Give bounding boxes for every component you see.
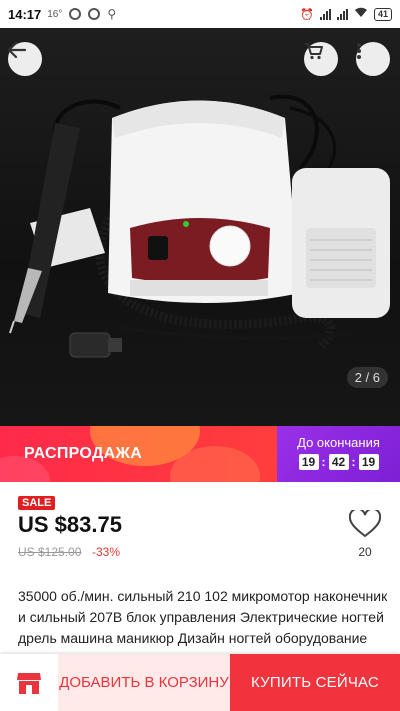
signal-icon-2 bbox=[336, 8, 348, 20]
countdown-seconds: 19 bbox=[358, 454, 379, 470]
bottom-action-bar: ДОБАВИТЬ В КОРЗИНУ КУПИТЬ СЕЙЧАС bbox=[0, 654, 400, 711]
heart-icon bbox=[348, 507, 382, 538]
search-status-icon: ⚲ bbox=[107, 7, 117, 21]
wishlist-button[interactable]: 20 bbox=[348, 507, 382, 559]
countdown-label: До окончания bbox=[297, 435, 380, 450]
product-description: 35000 об./мин. сильный 210 102 микромото… bbox=[18, 588, 388, 646]
alarm-icon: ⏰ bbox=[300, 8, 314, 21]
add-to-cart-button[interactable]: ДОБАВИТЬ В КОРЗИНУ bbox=[58, 654, 230, 711]
battery-icon: 41 bbox=[373, 7, 392, 21]
status-time: 14:17 bbox=[8, 6, 42, 22]
current-price: US $83.75 bbox=[18, 512, 122, 537]
product-image-gallery[interactable]: 2 / 6 bbox=[0, 28, 400, 426]
chrome-icon-2 bbox=[88, 8, 101, 20]
price-block: SALE US $83.75 US $125.00 -33% 20 bbox=[0, 482, 400, 572]
chrome-icon bbox=[69, 8, 82, 20]
sale-banner-left: РАСПРОДАЖА bbox=[0, 426, 277, 482]
cart-icon bbox=[305, 43, 323, 60]
wishlist-count: 20 bbox=[358, 545, 372, 559]
wifi-icon bbox=[354, 7, 368, 21]
discount-percent: -33% bbox=[92, 545, 121, 559]
cart-button[interactable] bbox=[304, 42, 338, 76]
status-bar: 14:17 16° ⚲ ⏰ 41 bbox=[0, 0, 400, 28]
signal-icon bbox=[319, 8, 331, 20]
more-options-button[interactable] bbox=[356, 42, 390, 76]
product-photo bbox=[9, 94, 390, 358]
status-temperature: 16° bbox=[47, 8, 63, 20]
store-icon bbox=[17, 672, 41, 694]
status-right: ⏰ 41 bbox=[300, 7, 392, 21]
sale-badge: SALE bbox=[18, 496, 56, 510]
old-price: US $125.00 bbox=[18, 545, 82, 559]
countdown-hours: 19 bbox=[298, 454, 319, 470]
image-page-indicator: 2 / 6 bbox=[346, 367, 388, 388]
sale-banner[interactable]: РАСПРОДАЖА До окончания 19 : 42 : 19 bbox=[0, 426, 400, 482]
countdown-block: До окончания 19 : 42 : 19 bbox=[277, 426, 400, 482]
more-vertical-icon bbox=[357, 43, 361, 59]
back-arrow-icon bbox=[8, 42, 26, 58]
back-button[interactable] bbox=[8, 42, 42, 76]
sale-banner-title: РАСПРОДАЖА bbox=[24, 445, 143, 462]
countdown-timer: 19 : 42 : 19 bbox=[277, 454, 400, 470]
countdown-minutes: 42 bbox=[328, 454, 349, 470]
buy-now-button[interactable]: КУПИТЬ СЕЙЧАС bbox=[230, 654, 400, 711]
store-button[interactable] bbox=[0, 654, 58, 711]
